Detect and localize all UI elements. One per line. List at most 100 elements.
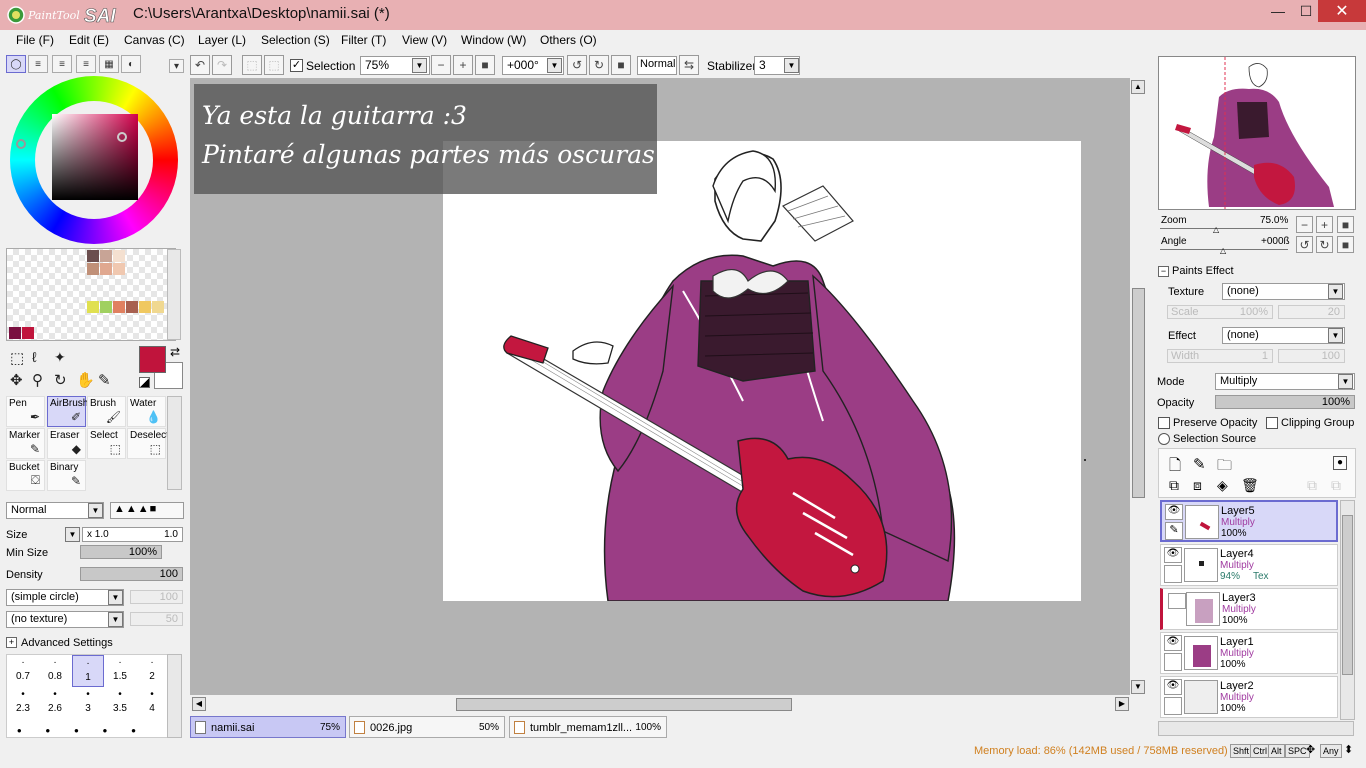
paints-effect-header[interactable]: Paints Effect [1172, 265, 1234, 277]
lasso-icon[interactable]: ℓ [32, 349, 37, 365]
lock-box[interactable] [1164, 565, 1182, 583]
chevron-down-icon[interactable]: ▼ [784, 58, 799, 73]
undo-icon[interactable]: ↶ [190, 55, 210, 75]
transparent-color-icon[interactable] [139, 377, 150, 388]
layers-scrollbar[interactable] [1340, 500, 1355, 720]
swatch[interactable] [100, 301, 112, 313]
reset-zoom-icon[interactable]: ■ [475, 55, 495, 75]
nav-reset-rotation-icon[interactable]: ■ [1337, 236, 1354, 253]
clipping-group-checkbox[interactable] [1266, 417, 1278, 429]
chevron-down-icon[interactable]: ▼ [1328, 284, 1343, 299]
navigator-preview[interactable] [1158, 56, 1356, 210]
menu-filter[interactable]: Filter (T) [341, 33, 386, 47]
layer-row-layer5[interactable]: 👁 ✎ Layer5 Multiply 100% [1160, 500, 1338, 542]
hue-ring[interactable] [10, 76, 178, 244]
artwork-canvas[interactable] [443, 141, 1086, 602]
layers-scroll-thumb[interactable] [1342, 515, 1353, 675]
rotate-icon[interactable]: ↻ [54, 371, 67, 389]
chevron-down-icon[interactable]: ▼ [108, 612, 123, 627]
tool-marker[interactable]: Marker ✎ [6, 428, 45, 459]
preset-3[interactable]: • 3 [72, 687, 104, 719]
clear-layer-icon[interactable]: ◈ [1217, 477, 1228, 494]
close-button[interactable]: ✕ [1318, 0, 1366, 22]
swatch[interactable] [87, 263, 99, 275]
slider-handle-icon[interactable]: △ [1220, 246, 1226, 255]
preset-3-5[interactable]: • 3.5 [104, 687, 136, 719]
preset-2-3[interactable]: • 2.3 [7, 687, 39, 719]
scratchpad-mode-icon[interactable]: ◐ [121, 55, 141, 73]
rgb-slider-mode-icon[interactable]: ≡ [28, 55, 48, 73]
layer-opacity-slider[interactable]: 100% [1215, 395, 1355, 409]
tool-brush[interactable]: Brush 🖌 [87, 396, 126, 427]
brush-shape-select[interactable]: (simple circle) [6, 589, 124, 606]
swatch[interactable] [22, 327, 34, 339]
swap-colors-icon[interactable]: ⇄ [170, 345, 180, 359]
new-linework-layer-icon[interactable]: ✎ [1193, 455, 1206, 473]
rotate-left-icon[interactable]: ↺ [567, 55, 587, 75]
scroll-right-icon[interactable]: ▶ [1115, 697, 1129, 711]
chevron-down-icon[interactable]: ▼ [88, 503, 103, 518]
swatch[interactable] [100, 250, 112, 262]
tool-binary[interactable]: Binary ✎ [47, 460, 86, 491]
expand-icon[interactable]: + [6, 637, 17, 648]
brush-icon[interactable]: ✎ [1165, 522, 1183, 540]
canvas-viewport[interactable]: Ya esta la guitarra :3 Pintaré algunas p… [190, 78, 1130, 695]
rotate-right-icon[interactable]: ↻ [589, 55, 609, 75]
vertical-scroll-thumb[interactable] [1132, 288, 1145, 498]
tool-select[interactable]: Select ⬚ [87, 428, 126, 459]
layer-row-layer4[interactable]: 👁 Layer4 Multiply 94% Tex [1160, 544, 1338, 586]
texture-select[interactable]: (none) [1222, 283, 1345, 300]
scroll-down-icon[interactable]: ▼ [1131, 680, 1145, 694]
swatch[interactable] [100, 263, 112, 275]
menu-canvas[interactable]: Canvas (C) [124, 33, 185, 47]
lock-box[interactable] [1164, 697, 1182, 715]
nav-zoom-slider[interactable] [1160, 228, 1288, 229]
menu-others[interactable]: Others (O) [540, 33, 597, 47]
minimize-button[interactable]: — [1264, 0, 1292, 22]
tool-airbrush[interactable]: AirBrush ✐ [47, 396, 88, 427]
mix-mode-icon[interactable]: ≡ [76, 55, 96, 73]
swatch[interactable] [152, 301, 164, 313]
brush-texture-select[interactable]: (no texture) [6, 611, 124, 628]
eye-icon[interactable]: 👁 [1164, 635, 1182, 651]
selection-checkbox[interactable]: ✓ [290, 59, 303, 72]
size-multiplier-dropdown-icon[interactable]: ▼ [65, 527, 80, 542]
min-size-slider[interactable]: 100% [80, 545, 162, 559]
preset-0-7[interactable]: · 0.7 [7, 655, 39, 687]
tool-water[interactable]: Water 💧 [127, 396, 166, 427]
redo-icon[interactable]: ↷ [212, 55, 232, 75]
collapse-icon[interactable]: − [1158, 266, 1169, 277]
magic-wand-icon[interactable]: ✦ [54, 349, 66, 366]
hidden-visibility-box[interactable] [1168, 593, 1186, 609]
layer-row-layer2[interactable]: 👁 Layer2 Multiply 100% [1160, 676, 1338, 718]
scroll-left-icon[interactable]: ◀ [192, 697, 206, 711]
swatch[interactable] [139, 301, 151, 313]
doc-tab-namii[interactable]: namii.sai 75% [190, 716, 346, 738]
chevron-down-icon[interactable]: ▼ [412, 58, 427, 73]
layer-row-layer1[interactable]: 👁 Layer1 Multiply 100% [1160, 632, 1338, 674]
doc-tab-0026[interactable]: 0026.jpg 50% [349, 716, 505, 738]
zoom-out-icon[interactable]: − [431, 55, 451, 75]
rect-select-icon[interactable]: ⬚ [10, 349, 24, 367]
layer-mode-select[interactable]: Multiply [1215, 373, 1355, 390]
effect-select[interactable]: (none) [1222, 327, 1345, 344]
flip-icon[interactable]: ⇆ [679, 55, 699, 75]
swatch-mode-icon[interactable]: ▦ [99, 55, 119, 73]
density-slider[interactable]: 100 [80, 567, 183, 581]
nav-rotate-left-icon[interactable]: ↺ [1296, 236, 1313, 253]
tool-pen[interactable]: Pen ✒ [6, 396, 45, 427]
swatch[interactable] [126, 301, 138, 313]
preset-0-8[interactable]: · 0.8 [39, 655, 71, 687]
reset-rotation-icon[interactable]: ■ [611, 55, 631, 75]
zoom-in-icon[interactable]: + [453, 55, 473, 75]
eye-icon[interactable]: 👁 [1165, 504, 1183, 520]
saturation-value-square[interactable] [52, 114, 138, 200]
selection-source-checkbox[interactable] [1158, 433, 1170, 445]
menu-selection[interactable]: Selection (S) [261, 33, 330, 47]
swatch[interactable] [113, 250, 125, 262]
deselect-icon[interactable]: ⬚ [242, 55, 262, 75]
preset-1-5[interactable]: · 1.5 [104, 655, 136, 687]
merge-visible-icon[interactable]: ⧉ [1331, 477, 1341, 494]
menu-window[interactable]: Window (W) [461, 33, 526, 47]
primary-color[interactable] [139, 346, 166, 373]
